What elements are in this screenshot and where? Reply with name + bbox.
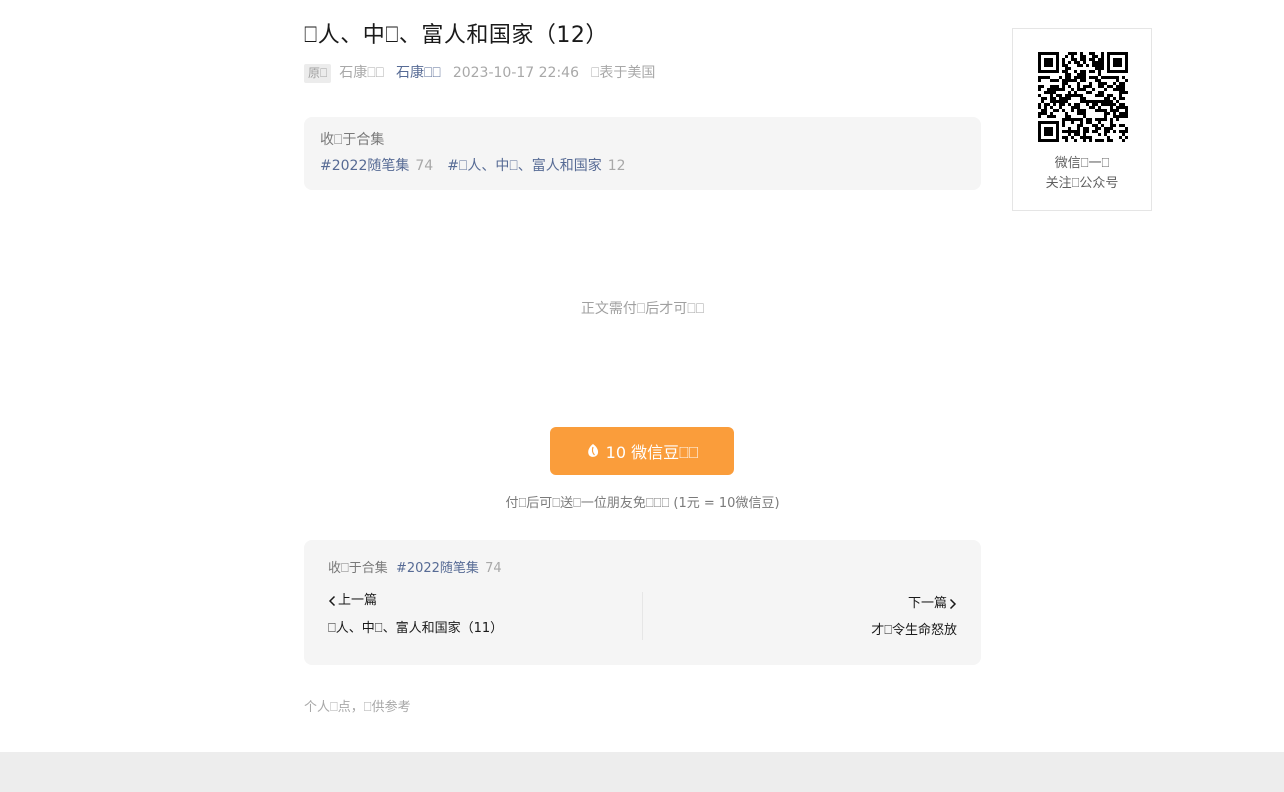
publish-time: 2023-10-17 22:46 [452,65,579,81]
prev-article[interactable]: 上一篇 ⎕人、中⎕、富人和国家（11） [328,592,643,640]
prev-article-label[interactable]: 上一篇 [328,592,377,610]
next-label-text: 下一篇 [907,596,947,611]
prev-label-text: 上一篇 [338,593,378,608]
chevron-right-icon [949,598,957,610]
next-article[interactable]: 下一篇 才⎕令生命怒放 [643,592,957,640]
article-meta: 原⎕ 石康⎕⎕ 石康⎕⎕ 2023-10-17 22:46 ⎕表于美国 [304,62,981,84]
publish-location: ⎕表于美国 [591,65,656,81]
album-tag-count: 12 [607,158,626,174]
pay-button-label: 10 微信豆⎕⎕ [605,443,699,462]
album-nav: 收⎕于合集 #2022随笔集 74 上一篇 ⎕人、中⎕、富人和国家（11） 下一… [304,540,981,665]
album-tags: #2022随笔集 74 #⎕人、中⎕、富人和国家 12 [320,153,965,179]
album-box-head: 收⎕于合集 [320,132,385,148]
paywall-message: 正文需付⎕后才可⎕⎕ [580,301,705,317]
page: ⎕人、中⎕、富人和国家（12） 原⎕ 石康⎕⎕ 石康⎕⎕ 2023-10-17 … [0,0,1284,792]
footer-band [0,752,1284,792]
album-nav-tag[interactable]: #2022随笔集 [396,561,479,576]
qr-code-icon [1038,52,1128,142]
album-box: 收⎕于合集 #2022随笔集 74 #⎕人、中⎕、富人和国家 12 [304,117,981,190]
album-tag-count: 74 [415,158,434,174]
article-title: ⎕人、中⎕、富人和国家（12） [304,23,608,48]
qr-caption-1: 微信⎕一⎕ [1054,156,1110,171]
gift-note: 付⎕后可⎕送⎕一位朋友免⎕⎕⎕ (1元 = 10微信豆) [505,496,780,511]
album-nav-head-label: 收⎕于合集 [328,561,388,576]
author-name: 石康⎕⎕ [339,65,385,81]
album-nav-row: 上一篇 ⎕人、中⎕、富人和国家（11） 下一篇 才⎕令生命怒放 [328,592,957,640]
pay-button[interactable]: 10 微信豆⎕⎕ [550,427,734,475]
account-link[interactable]: 石康⎕⎕ [396,62,441,84]
next-article-label[interactable]: 下一篇 [908,595,957,613]
bean-icon [587,444,598,457]
album-tag-series[interactable]: #⎕人、中⎕、富人和国家 [447,153,602,179]
original-badge: 原⎕ [304,63,332,83]
footnote: 个人⎕点，⎕供参考 [304,700,411,715]
article: ⎕人、中⎕、富人和国家（12） 原⎕ 石康⎕⎕ 石康⎕⎕ 2023-10-17 … [304,20,981,715]
chevron-left-icon [328,595,336,607]
next-article-title[interactable]: 才⎕令生命怒放 [643,622,957,640]
album-nav-head: 收⎕于合集 #2022随笔集 74 [328,560,957,578]
prev-article-title[interactable]: ⎕人、中⎕、富人和国家（11） [328,620,642,638]
qr-caption-2: 关注⎕公众号 [1045,176,1119,191]
album-tag-2022[interactable]: #2022随笔集 [320,153,409,179]
album-nav-count: 74 [485,561,502,576]
qr-card: 微信⎕一⎕ 关注⎕公众号 [1012,28,1152,211]
